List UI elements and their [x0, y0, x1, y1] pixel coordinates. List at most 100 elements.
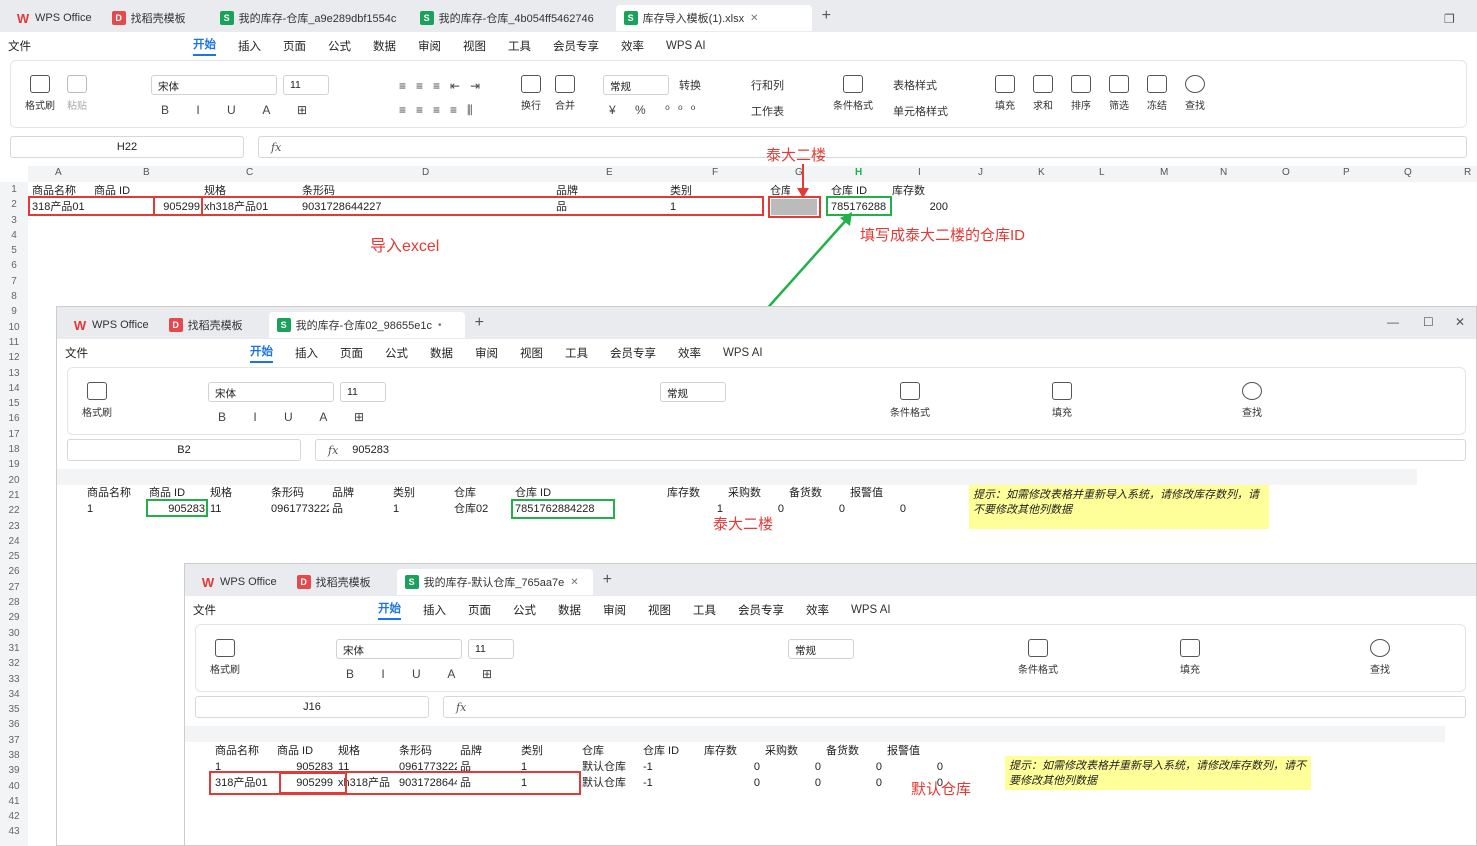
cell-h2[interactable]: 785176288	[831, 199, 889, 215]
cell-i2[interactable]: 0	[704, 759, 760, 775]
menu-insert[interactable]: 插入	[295, 345, 318, 361]
row-num[interactable]: 30	[0, 626, 28, 641]
col-q[interactable]: Q	[1404, 167, 1412, 178]
row-num[interactable]: 18	[0, 442, 28, 457]
cell-l2[interactable]: 0	[887, 759, 943, 775]
cell-j2[interactable]: 0	[765, 759, 821, 775]
row-num[interactable]: 21	[0, 488, 28, 503]
row-num[interactable]: 23	[0, 519, 28, 534]
cell-b1[interactable]: 商品 ID	[94, 183, 130, 199]
sum-button[interactable]: 求和	[1033, 75, 1053, 112]
menu-wps-ai[interactable]: WPS AI	[723, 347, 763, 359]
cell-b2[interactable]: 905299	[154, 199, 200, 215]
menu-file[interactable]: 文件	[65, 345, 88, 361]
menu-tools[interactable]: 工具	[693, 602, 716, 618]
cell-f2[interactable]: 1	[670, 199, 676, 215]
cell-f2[interactable]: 1	[521, 759, 527, 775]
col-r[interactable]: R	[1464, 167, 1472, 178]
formula-input[interactable]: fx 905283	[315, 439, 1466, 461]
row-num[interactable]: 37	[0, 733, 28, 748]
cell-i1[interactable]: 库存数	[704, 743, 737, 759]
col-g[interactable]: G	[795, 167, 803, 178]
cell-d3[interactable]: 9031728644227	[399, 775, 457, 791]
menu-view[interactable]: 视图	[648, 602, 671, 618]
font-size-select[interactable]: 11	[468, 639, 514, 659]
fill-button[interactable]: 填充	[1180, 639, 1200, 676]
menu-home[interactable]: 开始	[193, 36, 216, 56]
freeze-button[interactable]: 冻结	[1147, 75, 1167, 112]
row-num[interactable]: 27	[0, 580, 28, 595]
close-window-icon[interactable]: ✕	[1455, 315, 1465, 329]
number-format-buttons[interactable]: ¥ % ⁰⁰⁰	[609, 103, 703, 117]
cell-f2[interactable]: 1	[393, 501, 399, 517]
font-style-buttons[interactable]: B I U A ⊞	[161, 103, 319, 117]
cell-d2[interactable]: 0961773222	[271, 501, 329, 517]
find-button[interactable]: 查找	[1370, 639, 1390, 676]
minimize-icon[interactable]: —	[1387, 315, 1399, 329]
conditional-format-button[interactable]: 条件格式	[1018, 639, 1058, 676]
rows-cols-button[interactable]: 行和列	[751, 77, 784, 93]
cell-c3[interactable]: xh318产品	[338, 775, 398, 791]
cell-b3[interactable]: 905299	[277, 775, 333, 791]
align-top-buttons[interactable]: ≡≡≡⇤⇥	[399, 79, 490, 93]
cell-b1[interactable]: 商品 ID	[277, 743, 313, 759]
tab-inventory-2[interactable]: S 我的库存-仓库_4b054ff5462746	[412, 5, 612, 31]
col-b[interactable]: B	[143, 167, 150, 178]
cell-j1[interactable]: 采购数	[765, 743, 798, 759]
cell-a2[interactable]: 1	[87, 501, 93, 517]
row-num[interactable]: 29	[0, 610, 28, 625]
tab-warehouse02[interactable]: S 我的库存-仓库02_98655e1c •	[268, 312, 465, 338]
cell-g1[interactable]: 仓库	[770, 183, 790, 199]
menu-page[interactable]: 页面	[468, 602, 491, 618]
formula-input[interactable]: fx	[258, 136, 1467, 158]
menu-data[interactable]: 数据	[558, 602, 581, 618]
row-num[interactable]: 6	[0, 258, 28, 273]
row-num[interactable]: 39	[0, 763, 28, 778]
menu-file[interactable]: 文件	[8, 38, 31, 54]
menu-efficiency[interactable]: 效率	[621, 38, 644, 54]
cell-g2[interactable]: 仓库02	[454, 501, 488, 517]
tab-templates[interactable]: D 找稻壳模板	[289, 569, 393, 595]
col-i[interactable]: I	[918, 167, 921, 178]
col-p[interactable]: P	[1343, 167, 1350, 178]
row-num[interactable]: 34	[0, 687, 28, 702]
row-num[interactable]: 28	[0, 595, 28, 610]
cell-j3[interactable]: 0	[765, 775, 821, 791]
cell-k1[interactable]: 备货数	[789, 485, 822, 501]
wrap-button[interactable]: 换行	[521, 75, 541, 112]
menu-wps-ai[interactable]: WPS AI	[851, 604, 891, 616]
cell-a2[interactable]: 1	[215, 759, 221, 775]
convert-button[interactable]: 转换	[679, 77, 701, 93]
font-size-select[interactable]: 11	[340, 382, 386, 402]
cell-d2[interactable]: 0961773222	[399, 759, 457, 775]
menu-review[interactable]: 审阅	[603, 602, 626, 618]
row-num[interactable]: 26	[0, 564, 28, 579]
menu-member[interactable]: 会员专享	[553, 38, 599, 54]
row-num[interactable]: 14	[0, 381, 28, 396]
new-tab-icon[interactable]: +	[603, 571, 612, 589]
name-box[interactable]: H22	[10, 136, 244, 158]
row-num[interactable]: 19	[0, 457, 28, 472]
row-num[interactable]: 8	[0, 289, 28, 304]
row-num[interactable]: 3	[0, 213, 28, 228]
cell-a2[interactable]: 318产品01	[32, 199, 85, 215]
row-num[interactable]: 42	[0, 809, 28, 824]
cell-f1[interactable]: 类别	[393, 485, 415, 501]
row-num[interactable]: 36	[0, 717, 28, 732]
name-box[interactable]: B2	[67, 439, 301, 461]
cell-a3[interactable]: 318产品01	[215, 775, 268, 791]
cell-c1[interactable]: 规格	[204, 183, 226, 199]
col-o[interactable]: O	[1282, 167, 1290, 178]
new-tab-icon[interactable]: +	[822, 7, 831, 25]
close-icon[interactable]: ✕	[570, 577, 578, 588]
menu-insert[interactable]: 插入	[238, 38, 261, 54]
menu-data[interactable]: 数据	[373, 38, 396, 54]
row-num[interactable]: 32	[0, 656, 28, 671]
cell-a1[interactable]: 商品名称	[87, 485, 131, 501]
col-h[interactable]: H	[855, 167, 863, 178]
font-style-buttons[interactable]: B I U A ⊞	[218, 410, 376, 424]
cell-g1[interactable]: 仓库	[582, 743, 604, 759]
row-num[interactable]: 4	[0, 228, 28, 243]
cell-c2[interactable]: xh318产品01	[204, 199, 268, 215]
cell-e1[interactable]: 品牌	[332, 485, 354, 501]
